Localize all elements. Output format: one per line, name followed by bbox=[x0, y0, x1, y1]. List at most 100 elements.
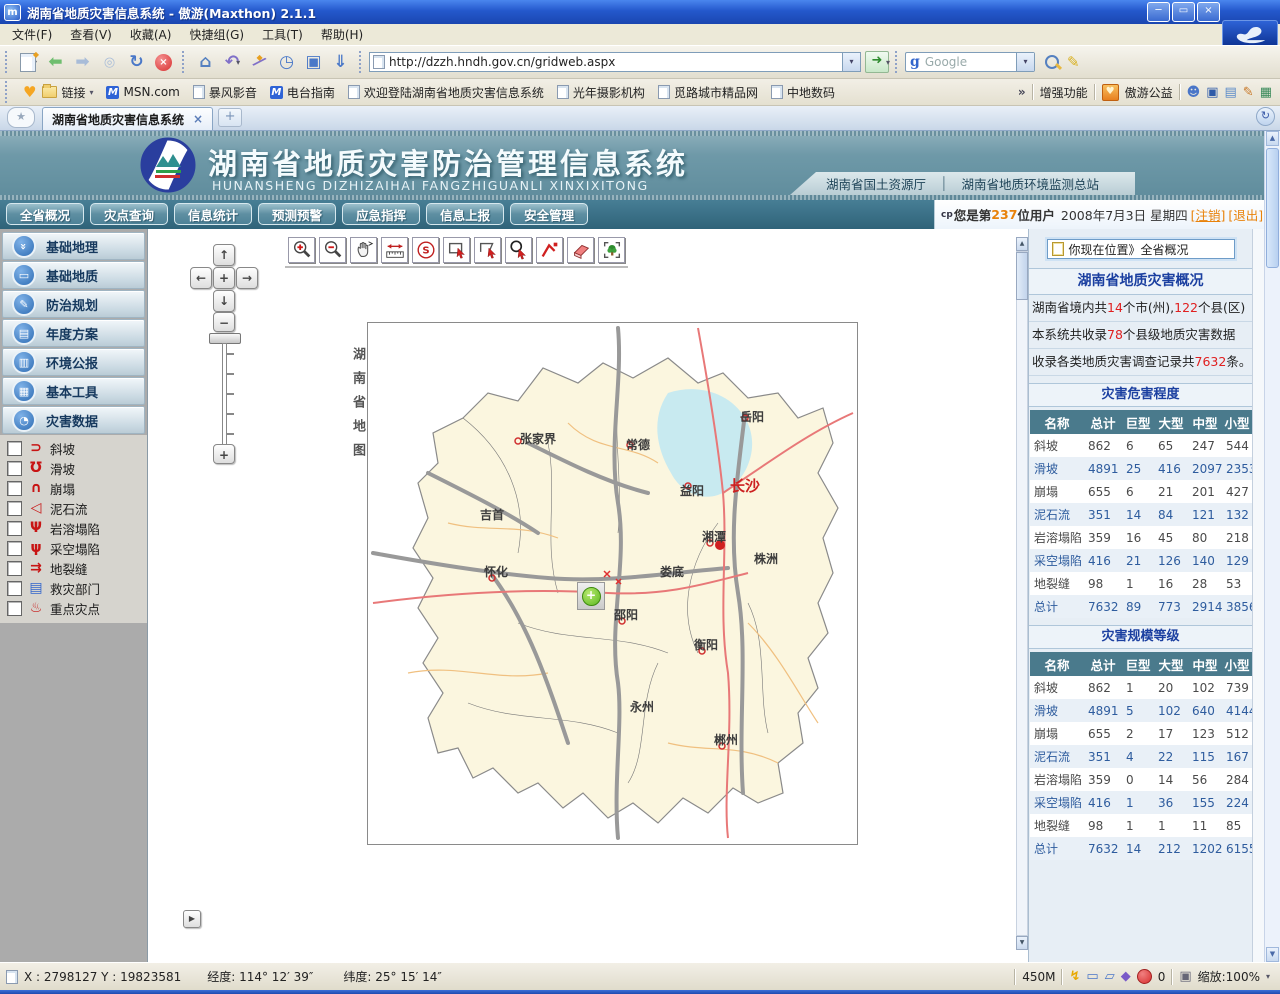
layer-checkbox-重点灾点[interactable] bbox=[7, 601, 22, 616]
pan-center-button[interactable]: + bbox=[213, 267, 235, 289]
nav-tab-预测预警[interactable]: 预测预警 bbox=[258, 203, 336, 225]
tab-list-icon[interactable]: ↻ bbox=[1256, 107, 1275, 126]
proxy-icon[interactable]: ☻ bbox=[1187, 85, 1201, 100]
layer-checkbox-滑坡[interactable] bbox=[7, 461, 22, 476]
stop-button[interactable]: × bbox=[150, 49, 177, 76]
download-button[interactable]: ⇓ bbox=[327, 49, 354, 76]
resize-icon[interactable]: ▣ bbox=[1179, 969, 1191, 984]
rect-select-button[interactable] bbox=[443, 237, 470, 263]
address-dropdown-button[interactable]: ▾ bbox=[842, 53, 860, 71]
links-bar-item[interactable]: 暴风影音 bbox=[193, 84, 257, 101]
favorites-heart-icon[interactable]: ♥ bbox=[23, 83, 36, 101]
menu-item[interactable]: 收藏(A) bbox=[124, 24, 184, 45]
circle-select-button[interactable] bbox=[505, 237, 532, 263]
search-box[interactable]: g Google ▾ bbox=[905, 52, 1035, 72]
grid-icon[interactable]: ▦ bbox=[1260, 85, 1272, 100]
new-page-button[interactable]: ◆▾ bbox=[15, 49, 42, 76]
org-link-land-resources[interactable]: 湖南省国土资源厅 bbox=[826, 174, 926, 193]
panel-scrollbar-track[interactable] bbox=[1252, 229, 1264, 962]
maximize-button[interactable]: ▭ bbox=[1172, 2, 1195, 22]
notes-icon[interactable]: ▤ bbox=[1225, 85, 1237, 100]
links-overflow-button[interactable]: » bbox=[1018, 85, 1026, 99]
map-scroll-right-button[interactable]: ▶ bbox=[183, 910, 201, 928]
exit-link[interactable]: [退出] bbox=[1228, 205, 1263, 224]
links-bar-item[interactable]: 中地数码 bbox=[771, 84, 835, 101]
org-link-geo-monitor[interactable]: 湖南省地质环境监测总站 bbox=[962, 174, 1100, 193]
tab-active[interactable]: 湖南省地质灾害信息系统 × bbox=[42, 107, 213, 130]
window-list-icon[interactable]: ▣ bbox=[1206, 85, 1218, 100]
search-engine-dropdown[interactable]: ▾ bbox=[1016, 53, 1034, 71]
map-scroll-up-button[interactable]: ▲ bbox=[1016, 237, 1028, 251]
links-bar-item[interactable]: 觅路城市精品网 bbox=[658, 84, 758, 101]
logout-link[interactable]: [注销] bbox=[1191, 205, 1226, 224]
minimize-button[interactable]: ─ bbox=[1147, 2, 1170, 22]
eraser-button[interactable] bbox=[567, 237, 594, 263]
full-extent-button[interactable] bbox=[598, 237, 625, 263]
gps-marker-button[interactable]: + bbox=[577, 582, 605, 610]
page-scrollbar[interactable]: ▲ ▼ bbox=[1264, 131, 1280, 962]
layer-checkbox-泥石流[interactable] bbox=[7, 501, 22, 516]
clock-button[interactable]: ◷ bbox=[273, 49, 300, 76]
new-tab-button[interactable]: + bbox=[218, 108, 242, 127]
address-url[interactable]: http://dzzh.hndh.gov.cn/gridweb.aspx bbox=[389, 55, 842, 69]
menu-item[interactable]: 快捷组(G) bbox=[183, 24, 256, 45]
sidebar-item-年度方案[interactable]: ▤年度方案 bbox=[2, 319, 145, 347]
highlight-icon[interactable]: ✎ bbox=[1067, 53, 1080, 71]
search-icon[interactable] bbox=[1045, 55, 1059, 69]
sidebar-item-环境公报[interactable]: ▥环境公报 bbox=[2, 348, 145, 376]
popup-blocker-icon[interactable] bbox=[1137, 969, 1152, 984]
map-scrollbar-track[interactable] bbox=[1016, 251, 1028, 936]
menu-item[interactable]: 帮助(H) bbox=[315, 24, 375, 45]
back-button[interactable]: ⬅ bbox=[42, 49, 69, 76]
sidebar-item-灾害数据[interactable]: ◔灾害数据 bbox=[2, 406, 145, 434]
sidebar-item-基本工具[interactable]: ▦基本工具 bbox=[2, 377, 145, 405]
maxthon-charity-link[interactable]: 傲游公益 bbox=[1125, 84, 1173, 101]
layer-checkbox-岩溶塌陷[interactable] bbox=[7, 521, 22, 536]
pan-down-button[interactable]: ↓ bbox=[213, 290, 235, 312]
nav-tab-安全管理[interactable]: 安全管理 bbox=[510, 203, 588, 225]
map-scroll-down-button[interactable]: ▼ bbox=[1016, 936, 1028, 950]
layer-checkbox-采空塌陷[interactable] bbox=[7, 541, 22, 556]
undo-button[interactable]: ↶▾ bbox=[219, 49, 246, 76]
layer-checkbox-地裂缝[interactable] bbox=[7, 561, 22, 576]
nav-tab-应急指挥[interactable]: 应急指挥 bbox=[342, 203, 420, 225]
zoom-slider-plus-button[interactable]: + bbox=[213, 444, 235, 464]
home-button[interactable]: ⌂ bbox=[192, 49, 219, 76]
zoom-in-button[interactable] bbox=[288, 237, 315, 263]
forward-button[interactable]: ➡ bbox=[69, 49, 96, 76]
boost-icon[interactable]: ↯ bbox=[1069, 969, 1080, 984]
go-dropdown-icon[interactable]: ▾ bbox=[886, 58, 890, 67]
pan-right-button[interactable]: → bbox=[236, 267, 258, 289]
close-button[interactable]: × bbox=[1197, 2, 1220, 22]
page-scrollbar-thumb[interactable] bbox=[1266, 148, 1279, 268]
pan-up-button[interactable]: ↑ bbox=[213, 244, 235, 266]
links-bar-item[interactable]: 链接▾ bbox=[42, 84, 93, 101]
history-dropdown-button[interactable]: ◎ bbox=[96, 49, 123, 76]
pan-left-button[interactable]: ← bbox=[190, 267, 212, 289]
zoom-level[interactable]: 缩放:100% bbox=[1198, 968, 1260, 985]
menu-item[interactable]: 文件(F) bbox=[6, 24, 64, 45]
window-mode-icon[interactable]: ▭ bbox=[1086, 969, 1098, 984]
enhance-features-link[interactable]: 增强功能 bbox=[1040, 84, 1088, 101]
sidebar-item-防治规划[interactable]: ✎防治规划 bbox=[2, 290, 145, 318]
favorites-star-button[interactable]: ★ bbox=[7, 107, 35, 128]
pen-tools-icon[interactable]: ✎ bbox=[1243, 85, 1254, 100]
menu-item[interactable]: 查看(V) bbox=[64, 24, 124, 45]
magic-fill-button[interactable]: ∕◆ bbox=[246, 49, 273, 76]
menu-item[interactable]: 工具(T) bbox=[256, 24, 315, 45]
map-canvas[interactable]: 张家界常德岳阳益阳长沙吉首湘潭株洲怀化娄底邵阳衡阳永州郴州 bbox=[367, 322, 858, 845]
map-scrollbar-thumb[interactable] bbox=[1016, 252, 1028, 300]
search-input[interactable]: Google bbox=[925, 55, 1016, 69]
zoom-slider-minus-button[interactable]: − bbox=[213, 312, 235, 332]
links-bar-item[interactable]: MMSN.com bbox=[106, 85, 179, 99]
polygon-select-button[interactable] bbox=[474, 237, 501, 263]
nav-tab-信息统计[interactable]: 信息统计 bbox=[174, 203, 252, 225]
page-scroll-up-button[interactable]: ▲ bbox=[1266, 131, 1279, 146]
links-bar-item[interactable]: 欢迎登陆湖南省地质灾害信息系统 bbox=[348, 84, 544, 101]
layer-checkbox-斜坡[interactable] bbox=[7, 441, 22, 456]
sidebar-item-基础地理[interactable]: »基础地理 bbox=[2, 232, 145, 260]
nav-tab-灾点查询[interactable]: 灾点查询 bbox=[90, 203, 168, 225]
notes-diamond-icon[interactable]: ◆ bbox=[1121, 969, 1131, 984]
measure-distance-button[interactable] bbox=[381, 237, 408, 263]
nav-tab-全省概况[interactable]: 全省概况 bbox=[6, 203, 84, 225]
